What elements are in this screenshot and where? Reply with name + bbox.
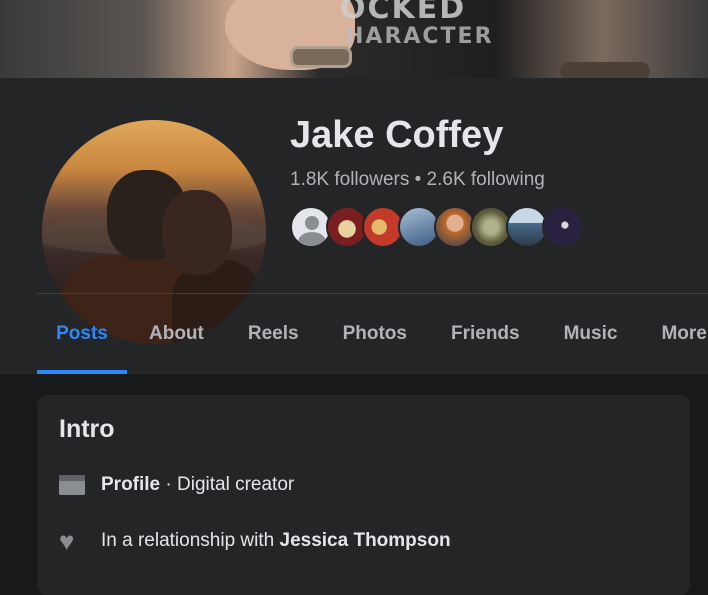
tab-about[interactable]: About: [127, 294, 226, 374]
profile-header: Jake Coffey 1.8K followers • 2.6K follow…: [0, 78, 708, 374]
cover-text-line1: OCKED: [340, 0, 467, 26]
cover-photo[interactable]: OCKED HARACTER: [0, 0, 708, 78]
cover-bracelet: [560, 62, 650, 78]
tab-more[interactable]: More▼: [639, 294, 708, 374]
profile-tabs: Posts About Reels Photos Friends Music M…: [37, 294, 708, 374]
heart-icon: ♥: [59, 526, 75, 556]
relationship-prefix: In a relationship with: [101, 530, 280, 551]
cover-text-line2: HARACTER: [345, 24, 494, 49]
intro-relationship-row: ♥ In a relationship with Jessica Thompso…: [59, 526, 451, 556]
profile-stats[interactable]: 1.8K followers • 2.6K following: [290, 168, 545, 192]
profile-label: Profile: [101, 474, 161, 495]
relationship-name[interactable]: Jessica Thompson: [280, 530, 451, 551]
clapperboard-icon: [59, 473, 85, 497]
friend-avatar[interactable]: [542, 206, 584, 248]
tab-reels[interactable]: Reels: [226, 294, 321, 374]
intro-title: Intro: [59, 415, 115, 443]
tab-music[interactable]: Music: [542, 294, 640, 374]
tab-friends[interactable]: Friends: [429, 294, 542, 374]
profile-value: · Digital creator: [160, 474, 295, 495]
profile-name: Jake Coffey: [290, 114, 504, 156]
tab-posts[interactable]: Posts: [37, 294, 127, 374]
friend-avatars: [290, 206, 584, 248]
intro-profile-row: Profile · Digital creator: [59, 473, 294, 497]
cover-ring: [290, 46, 352, 68]
tab-photos[interactable]: Photos: [321, 294, 429, 374]
intro-card: Intro Profile · Digital creator ♥ In a r…: [37, 395, 690, 595]
